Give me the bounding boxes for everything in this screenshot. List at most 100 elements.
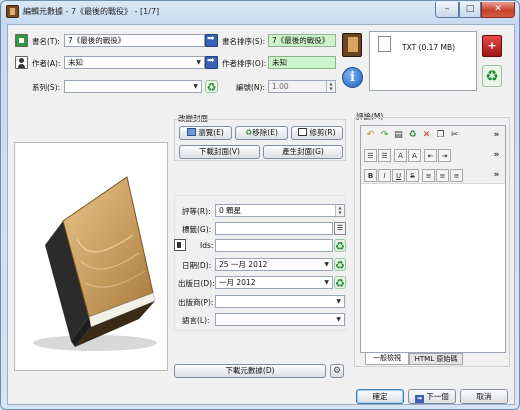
ids-input[interactable] bbox=[215, 239, 333, 252]
series-index-spinbox[interactable]: 1.00 ▲ ▼ bbox=[268, 80, 336, 93]
rating-value: 0 顆星 bbox=[219, 206, 242, 215]
ok-button[interactable]: 確定 bbox=[356, 389, 404, 404]
series-index-label: 編號(N): bbox=[236, 83, 265, 92]
title-sort-input[interactable]: 7《最後的戰役》 bbox=[268, 34, 336, 47]
ids-label: Ids: bbox=[200, 241, 214, 250]
download-metadata-button[interactable]: 下載元數據(D) bbox=[174, 364, 326, 378]
clear-series-icon[interactable]: ♻ bbox=[205, 80, 218, 94]
series-index-value: 1.00 bbox=[272, 82, 289, 91]
copy-title-to-sort-icon[interactable] bbox=[205, 34, 218, 47]
tab-normal-view[interactable]: 一般檢視 bbox=[365, 353, 409, 365]
cover-image-frame bbox=[14, 142, 168, 371]
select-all-icon[interactable]: ▤ bbox=[392, 129, 405, 142]
title-bar[interactable]: 編輯元數據 - 7《最後的戰役》 - [1/7] – □ ✕ bbox=[1, 1, 519, 23]
edit-tags-icon[interactable]: ☰ bbox=[334, 222, 346, 235]
authors-combobox[interactable]: 未知 ▼ bbox=[64, 56, 205, 69]
tags-label: 標籤(G): bbox=[182, 225, 212, 234]
download-cover-button[interactable]: 下載封面(V) bbox=[179, 145, 260, 159]
browse-cover-button[interactable]: 瀏覽(E) bbox=[179, 126, 232, 140]
arrow-right-icon: ➡ bbox=[415, 395, 425, 403]
dialog-body: 書名(T): 7《最後的戰役》 書名排序(S): 7《最後的戰役》 作者(A):… bbox=[7, 24, 515, 405]
format-item[interactable]: TXT (0.17 MB) bbox=[402, 43, 455, 52]
cancel-button[interactable]: 取消 bbox=[460, 389, 508, 404]
chevron-down-icon[interactable]: ▼ bbox=[196, 57, 201, 68]
title-label: 書名(T): bbox=[32, 37, 60, 46]
rating-spinbox[interactable]: 0 顆星 ▲ ▼ bbox=[215, 204, 345, 217]
bold-icon[interactable]: B bbox=[364, 169, 377, 182]
strikethrough-icon[interactable]: S bbox=[406, 169, 419, 182]
pubdate-label: 出版日(D): bbox=[178, 279, 215, 288]
date-value: 25 一月 2012 bbox=[219, 260, 268, 269]
align-right-icon[interactable]: ≡ bbox=[450, 169, 463, 182]
languages-label: 語言(L): bbox=[182, 316, 210, 325]
toolbar-overflow-icon[interactable]: » bbox=[490, 129, 503, 142]
close-button[interactable]: ✕ bbox=[481, 2, 515, 18]
subscript-icon[interactable]: A bbox=[408, 149, 421, 162]
publisher-label: 出版商(P): bbox=[178, 298, 214, 307]
file-icon bbox=[378, 36, 391, 52]
toolbar-overflow-icon[interactable]: » bbox=[490, 169, 503, 182]
italic-icon[interactable]: I bbox=[378, 169, 391, 182]
manage-authors-icon[interactable] bbox=[15, 56, 28, 69]
chevron-down-icon[interactable]: ▼ bbox=[193, 81, 198, 92]
bullet-list-icon[interactable]: ☰ bbox=[364, 149, 377, 162]
chevron-down-icon[interactable]: ▼ bbox=[324, 259, 329, 270]
toolbar-overflow-icon[interactable]: » bbox=[490, 149, 503, 162]
maximize-button[interactable]: □ bbox=[459, 2, 481, 18]
add-format-icon[interactable]: + bbox=[482, 35, 502, 57]
formats-list[interactable]: TXT (0.17 MB) bbox=[369, 31, 477, 91]
clear-ids-icon[interactable]: ♻ bbox=[334, 239, 346, 253]
series-combobox[interactable]: ▼ bbox=[64, 80, 202, 93]
align-left-icon[interactable]: ≡ bbox=[422, 169, 435, 182]
book-cover-shape bbox=[348, 37, 358, 52]
edit-metadata-window: 編輯元數據 - 7《最後的戰役》 - [1/7] – □ ✕ 書名(T): 7《… bbox=[0, 0, 520, 410]
indent-icon[interactable]: ⇥ bbox=[438, 149, 451, 162]
date-picker[interactable]: 25 一月 2012 ▼ bbox=[215, 258, 333, 271]
tab-html-source[interactable]: HTML 原始碼 bbox=[409, 353, 463, 365]
remove-cover-button[interactable]: ♻移除(E) bbox=[235, 126, 288, 140]
pubdate-value: 一月 2012 bbox=[219, 278, 256, 287]
resize-grip-icon[interactable]: ⋰ bbox=[506, 397, 514, 405]
numbered-list-icon[interactable]: ☰ bbox=[378, 149, 391, 162]
ids-clipboard-mark bbox=[177, 242, 181, 248]
copy-icon[interactable]: ❐ bbox=[434, 129, 447, 142]
spin-arrows-icon[interactable]: ▲ ▼ bbox=[335, 205, 344, 216]
title-case-icon[interactable] bbox=[15, 34, 28, 47]
clear-date-icon[interactable]: ♻ bbox=[334, 258, 346, 272]
trim-cover-button[interactable]: 修剪(R) bbox=[291, 126, 343, 140]
folder-icon bbox=[187, 128, 197, 136]
clear-pubdate-icon[interactable]: ♻ bbox=[334, 276, 346, 290]
remove-format-icon[interactable]: ♻ bbox=[482, 65, 502, 87]
author-sort-input[interactable]: 未知 bbox=[268, 56, 336, 69]
publisher-combobox[interactable]: ▼ bbox=[215, 295, 345, 308]
chevron-down-icon[interactable]: ▼ bbox=[336, 314, 341, 325]
date-label: 日期(D): bbox=[182, 261, 212, 270]
underline-icon[interactable]: U bbox=[392, 169, 405, 182]
next-button[interactable]: ➡ 下一個 bbox=[408, 389, 456, 404]
copy-author-to-sort-icon[interactable] bbox=[205, 56, 218, 69]
chevron-down-icon[interactable]: ▼ bbox=[336, 296, 341, 307]
cut-icon[interactable]: ✂ bbox=[448, 129, 461, 142]
minimize-button[interactable]: – bbox=[435, 2, 459, 18]
clear-icon[interactable]: ♻ bbox=[406, 129, 419, 142]
info-icon[interactable]: i bbox=[342, 67, 363, 88]
redo-icon[interactable]: ↷ bbox=[378, 129, 391, 142]
superscript-icon[interactable]: A bbox=[394, 149, 407, 162]
chevron-down-icon[interactable]: ▼ bbox=[324, 277, 329, 288]
undo-icon[interactable]: ↶ bbox=[364, 129, 377, 142]
authors-value: 未知 bbox=[68, 58, 83, 67]
delete-icon[interactable]: ✕ bbox=[420, 129, 433, 142]
ids-clipboard-icon[interactable] bbox=[174, 239, 186, 251]
pubdate-picker[interactable]: 一月 2012 ▼ bbox=[215, 276, 333, 289]
gear-icon[interactable]: ⚙ bbox=[330, 364, 344, 378]
generate-cover-button[interactable]: 產生封面(G) bbox=[263, 145, 343, 159]
outdent-icon[interactable]: ⇤ bbox=[424, 149, 437, 162]
title-input[interactable]: 7《最後的戰役》 bbox=[64, 34, 205, 47]
languages-combobox[interactable]: ▼ bbox=[215, 313, 345, 326]
book-icon[interactable] bbox=[342, 33, 362, 57]
authors-label: 作者(A): bbox=[32, 59, 61, 68]
align-center-icon[interactable]: ≡ bbox=[436, 169, 449, 182]
trim-icon bbox=[298, 128, 308, 136]
spin-arrows-icon[interactable]: ▲ ▼ bbox=[326, 81, 335, 92]
tags-input[interactable] bbox=[215, 222, 333, 235]
